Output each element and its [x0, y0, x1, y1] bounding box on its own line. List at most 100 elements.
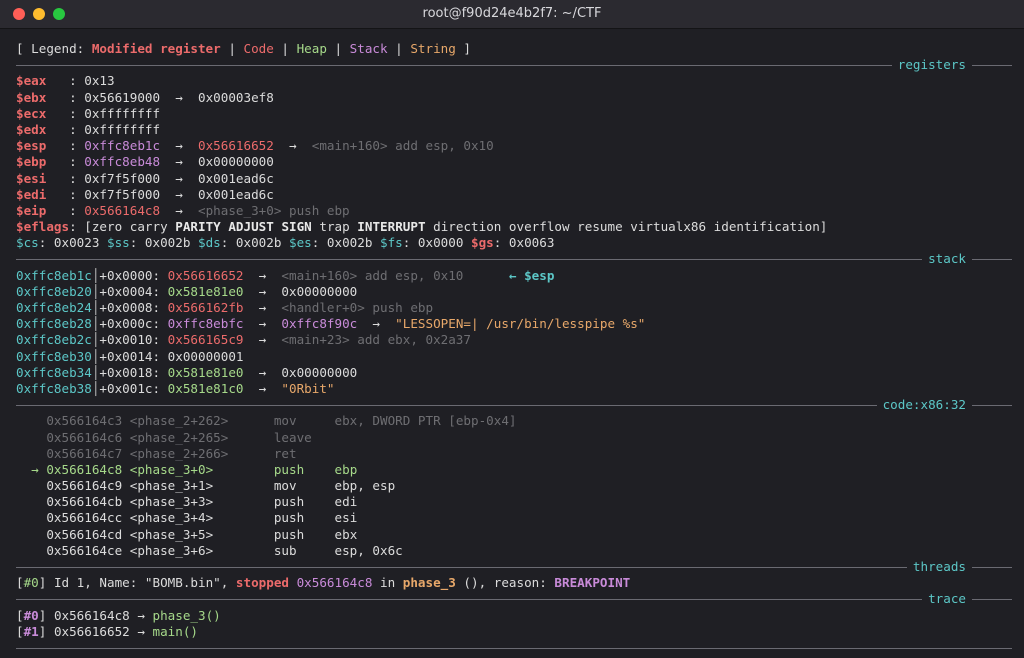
code-symbol: <phase_2+265>	[129, 429, 229, 445]
code-marker	[31, 446, 46, 461]
thread-reason: BREAKPOINT	[554, 575, 631, 591]
legend-string: String	[410, 41, 456, 56]
code-symbol: <phase_2+262>	[129, 413, 229, 429]
register-ebx: $ebx : 0x56619000 → 0x00003ef8	[16, 89, 274, 105]
section-title-trace: trace	[922, 591, 972, 608]
code-marker: →	[31, 461, 47, 477]
code-symbol: <phase_3+1>	[129, 478, 214, 494]
section-separator-registers: registers	[16, 57, 1012, 74]
code-symbol: <phase_3+4>	[129, 510, 214, 526]
code-mnemonic: push	[273, 494, 305, 510]
section-separator-trace: trace	[16, 591, 1012, 608]
stack-row: 0xffc8eb24│+0x0008: 0x566162fb → <handle…	[16, 300, 434, 315]
code-address: 0x566164c7	[46, 445, 123, 461]
window-title: root@f90d24e4b2f7: ~/CTF	[422, 6, 602, 21]
register-edx: $edx : 0xffffffff	[16, 121, 161, 137]
section-title-code: code:x86:32	[876, 397, 972, 414]
legend-line: [ Legend: Modified register | Code | Hea…	[16, 41, 472, 56]
code-symbol: <phase_3+6>	[129, 542, 214, 558]
code-line: 0x566164c7 <phase_2+266> ret	[16, 446, 1012, 462]
section-separator-stack: stack	[16, 251, 1012, 268]
title-bar: root@f90d24e4b2f7: ~/CTF	[0, 0, 1024, 29]
stack-row: 0xffc8eb38│+0x001c: 0x581e81c0 → "0Rbit"	[16, 380, 335, 396]
terminal-window: root@f90d24e4b2f7: ~/CTF [ Legend: Modif…	[0, 0, 1024, 658]
section-separator-code: code:x86:32	[16, 397, 1012, 414]
code-line: 0x566164cd <phase_3+5> push ebx	[16, 527, 1012, 543]
code-line: 0x566164cc <phase_3+4> push esi	[16, 510, 1012, 526]
stack-row: 0xffc8eb28│+0x000c: 0xffc8ebfc → 0xffc8f…	[16, 316, 646, 332]
code-line: 0x566164c9 <phase_3+1> mov ebp, esp	[16, 478, 1012, 494]
code-mnemonic: push	[273, 461, 305, 477]
code-mnemonic: ret	[273, 445, 297, 461]
legend-stack: Stack	[349, 41, 388, 56]
code-line: 0x566164c6 <phase_2+265> leave	[16, 430, 1012, 446]
stack-row: 0xffc8eb2c│+0x0010: 0x566165c9 → <main+2…	[16, 332, 471, 348]
code-line: 0x566164ce <phase_3+6> sub esp, 0x6c	[16, 543, 1012, 559]
stack-row: 0xffc8eb34│+0x0018: 0x581e81e0 → 0x00000…	[16, 364, 358, 380]
code-marker	[31, 430, 46, 445]
legend-heap: Heap	[296, 41, 327, 56]
code-operands: ebx	[334, 526, 358, 542]
trace-frame: [#0] 0x566164c8 → phase_3()	[16, 607, 221, 623]
register-ebp: $ebp : 0xffc8eb48 → 0x00000000	[16, 154, 274, 170]
section-title-threads: threads	[906, 559, 972, 576]
code-mnemonic: mov	[273, 478, 297, 494]
stack-row: 0xffc8eb20│+0x0004: 0x581e81e0 → 0x00000…	[16, 283, 358, 299]
register-esi: $esi : 0xf7f5f000 → 0x001ead6c	[16, 170, 274, 186]
code-address: 0x566164c8	[46, 461, 123, 477]
code-operands: edi	[334, 494, 358, 510]
code-operands: ebp	[334, 461, 358, 477]
section-separator-end	[16, 640, 1012, 656]
code-marker	[31, 413, 46, 428]
register-eflags: $eflags: [zero carry PARITY ADJUST SIGN …	[16, 219, 828, 235]
trace-frame: [#1] 0x56616652 → main()	[16, 623, 199, 639]
code-address: 0x566164cd	[46, 526, 123, 542]
thread-state: stopped	[235, 575, 289, 591]
code-mnemonic: sub	[273, 542, 297, 558]
code-symbol: <phase_3+0>	[129, 461, 214, 477]
code-address: 0x566164c6	[46, 429, 123, 445]
code-mnemonic: push	[273, 526, 305, 542]
code-mnemonic: push	[273, 510, 305, 526]
section-title-registers: registers	[891, 57, 972, 74]
code-operands: ebx, DWORD PTR [ebp-0x4]	[334, 413, 517, 429]
code-address: 0x566164cc	[46, 510, 123, 526]
terminal-output[interactable]: [ Legend: Modified register | Code | Hea…	[16, 41, 1012, 656]
code-mnemonic: leave	[273, 429, 312, 445]
code-symbol: <phase_2+266>	[129, 445, 229, 461]
thread-line: [#0] Id 1, Name: "BOMB.bin", stopped 0x5…	[16, 575, 631, 591]
code-address: 0x566164c3	[46, 413, 123, 429]
stack-row: 0xffc8eb30│+0x0014: 0x00000001	[16, 348, 244, 364]
code-address: 0x566164cb	[46, 494, 123, 510]
code-line: 0x566164cb <phase_3+3> push edi	[16, 494, 1012, 510]
code-line: 0x566164c3 <phase_2+262> mov ebx, DWORD …	[16, 413, 1012, 429]
code-address: 0x566164c9	[46, 478, 123, 494]
code-symbol: <phase_3+3>	[129, 494, 214, 510]
code-symbol: <phase_3+5>	[129, 526, 214, 542]
register-edi: $edi : 0xf7f5f000 → 0x001ead6c	[16, 186, 274, 202]
register-eip: $eip : 0x566164c8 → <phase_3+0> push ebp	[16, 202, 350, 218]
code-line: → 0x566164c8 <phase_3+0> push ebp	[16, 462, 1012, 478]
register-ecx: $ecx : 0xffffffff	[16, 105, 161, 121]
code-operands: esp, 0x6c	[334, 542, 403, 558]
code-marker	[31, 527, 46, 542]
section-separator-threads: threads	[16, 559, 1012, 576]
register-esp: $esp : 0xffc8eb1c → 0x56616652 → <main+1…	[16, 138, 494, 154]
legend-code: Code	[243, 41, 274, 56]
stack-row: 0xffc8eb1c│+0x0000: 0x56616652 → <main+1…	[16, 267, 555, 283]
legend-modified: Modified register	[91, 41, 221, 56]
code-marker	[31, 478, 46, 493]
segment-registers: $cs: 0x0023 $ss: 0x002b $ds: 0x002b $es:…	[16, 235, 555, 251]
code-address: 0x566164ce	[46, 542, 123, 558]
code-mnemonic: mov	[273, 413, 297, 429]
section-title-stack: stack	[922, 251, 972, 268]
